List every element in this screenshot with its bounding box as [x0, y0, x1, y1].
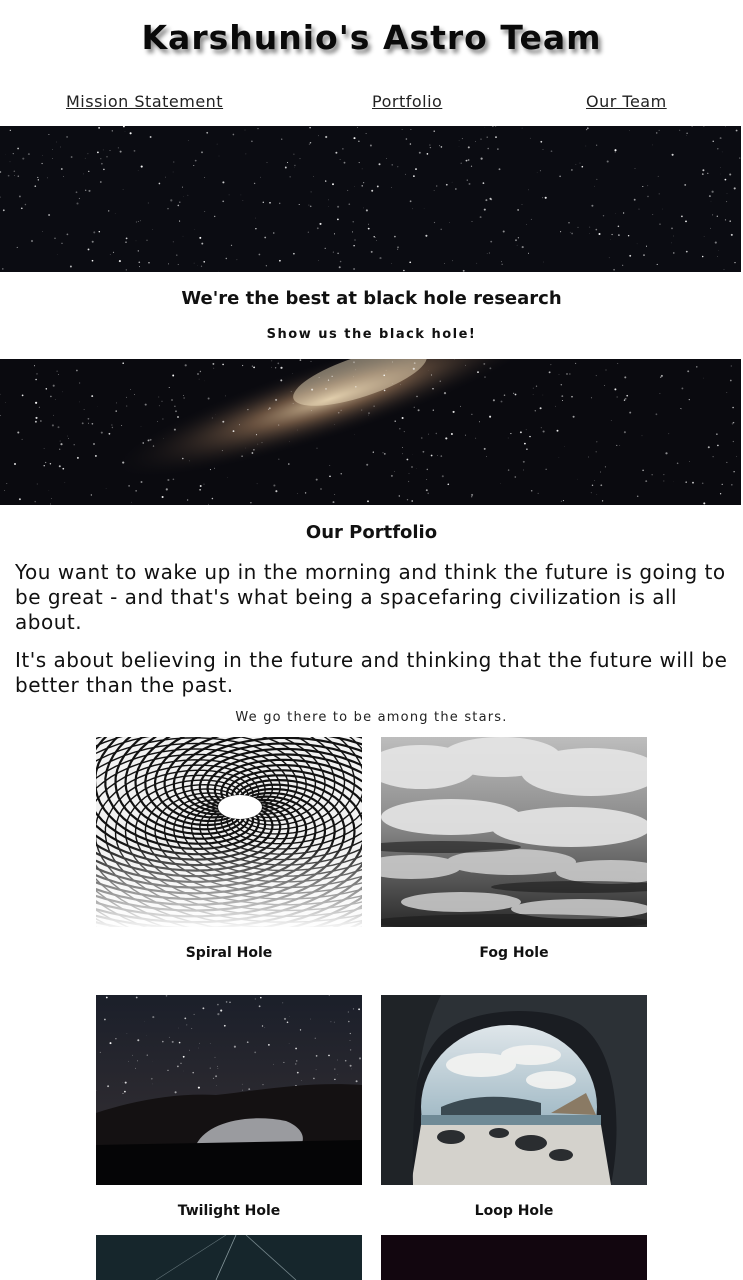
fog-hole-image[interactable]: [381, 737, 647, 927]
loop-hole-caption: Loop Hole: [474, 1203, 554, 1219]
starfield-banner-top: [0, 126, 741, 272]
twilight-hole-caption: Twilight Hole: [177, 1203, 281, 1219]
page-title: Karshunio's Astro Team: [141, 18, 602, 57]
milky-way-banner: [0, 359, 741, 505]
spiral-hole-image[interactable]: [96, 737, 362, 927]
nav-our-team[interactable]: Our Team: [586, 92, 667, 111]
main-nav: Mission Statement Portfolio Our Team: [0, 92, 743, 118]
nav-mission-statement[interactable]: Mission Statement: [66, 92, 223, 111]
portfolio-image-5[interactable]: [96, 1235, 362, 1280]
portfolio-note: We go there to be among the stars.: [235, 710, 508, 725]
show-black-hole-link[interactable]: Show us the black hole!: [0, 327, 743, 342]
loop-hole-image[interactable]: [381, 995, 647, 1185]
portfolio-image-6[interactable]: [381, 1235, 647, 1280]
portfolio-heading: Our Portfolio: [305, 522, 438, 543]
portfolio-paragraph-2: It's about believing in the future and t…: [15, 648, 728, 697]
portfolio-paragraph-1: You want to wake up in the morning and t…: [15, 560, 726, 634]
twilight-hole-image[interactable]: [96, 995, 362, 1185]
spiral-hole-caption: Spiral Hole: [185, 945, 273, 961]
nav-portfolio[interactable]: Portfolio: [372, 92, 442, 111]
hero-tagline: We're the best at black hole research: [181, 288, 562, 309]
fog-hole-caption: Fog Hole: [479, 945, 549, 961]
